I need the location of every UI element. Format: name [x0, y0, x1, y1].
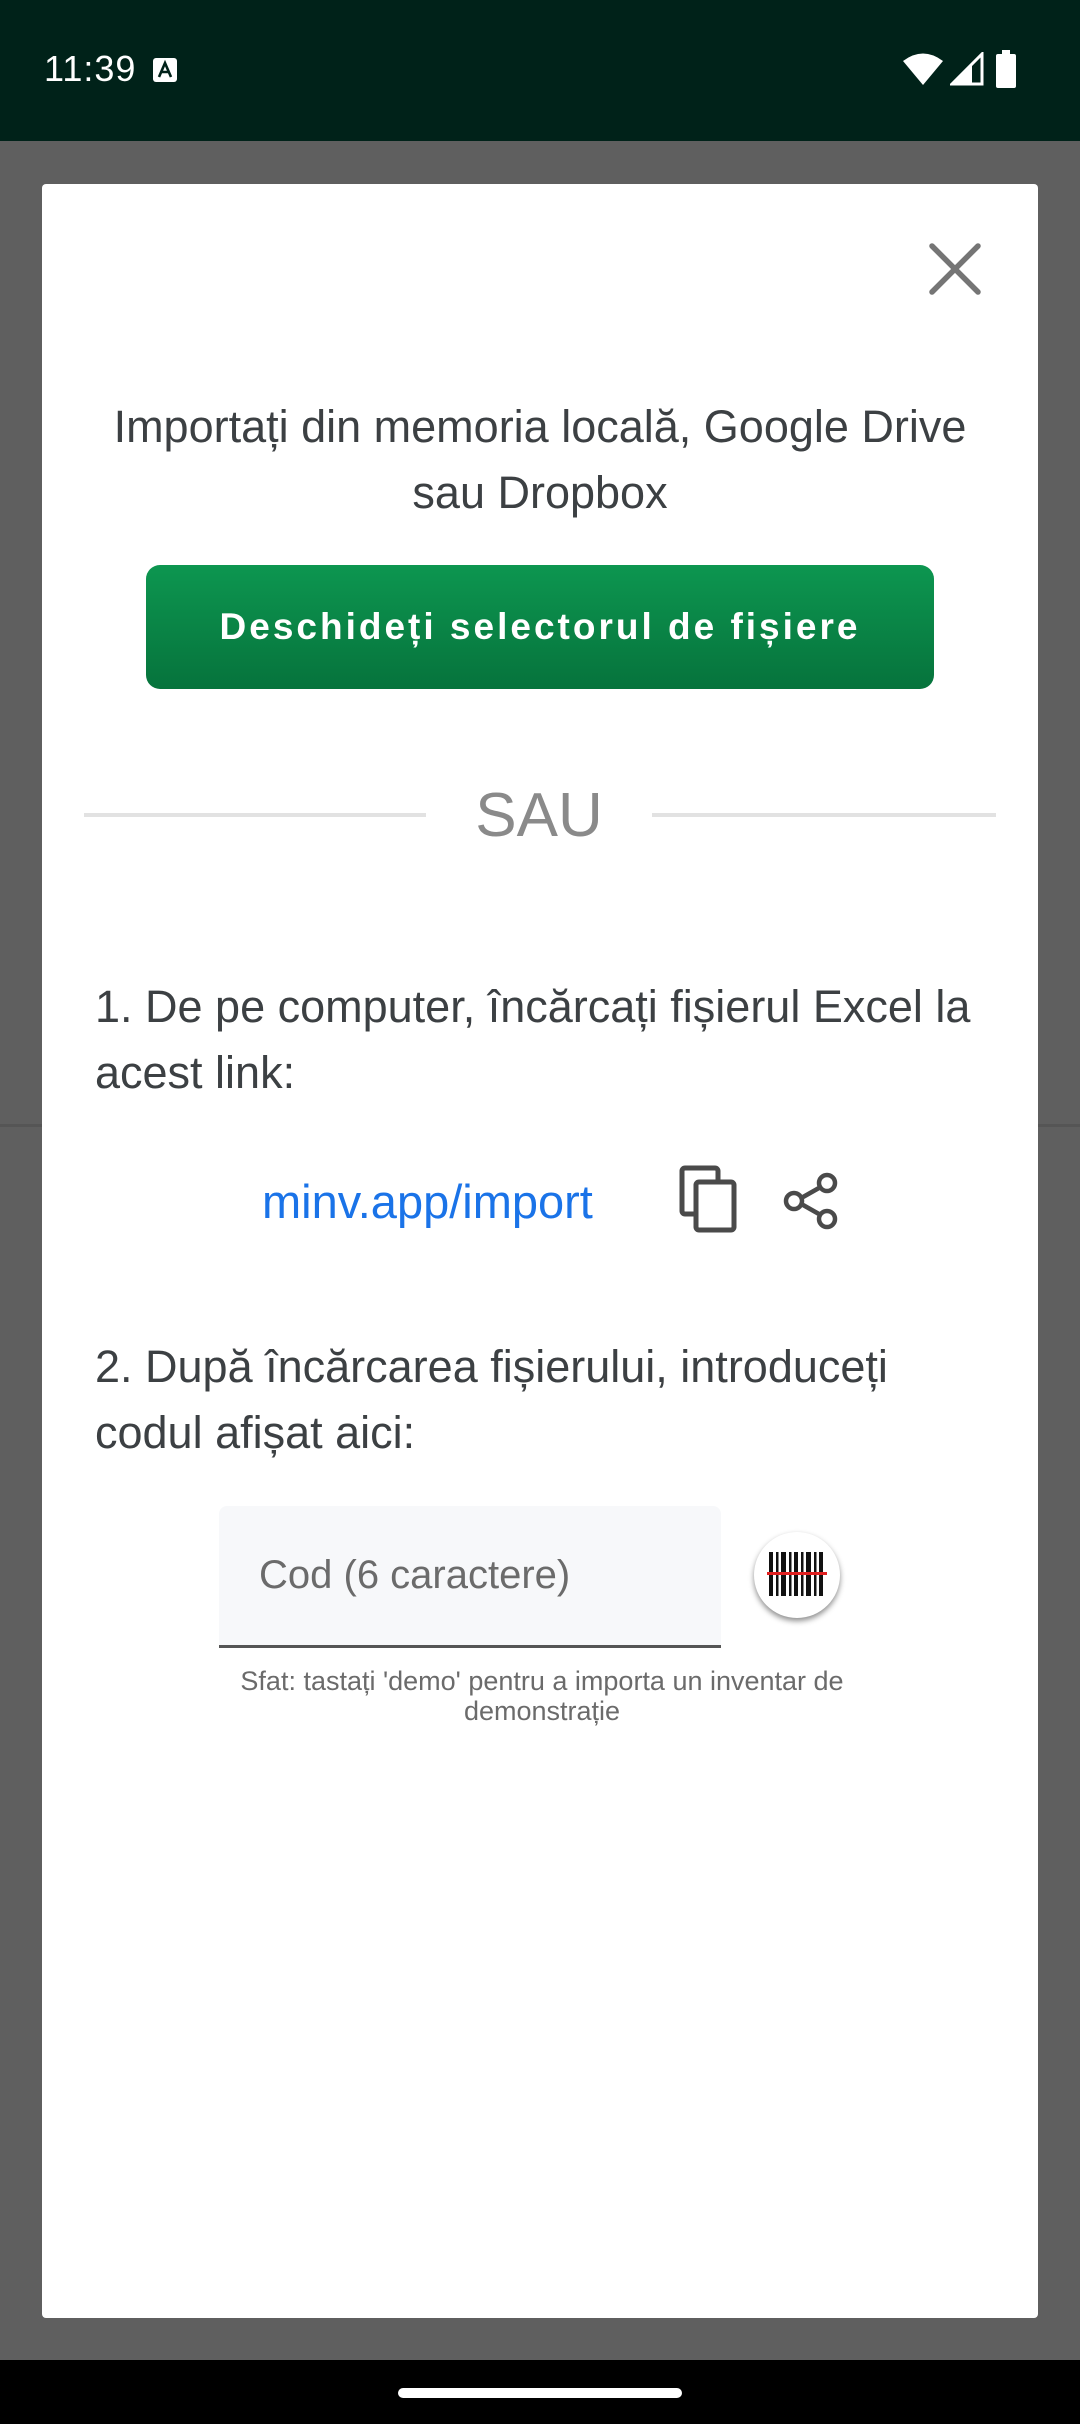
code-input[interactable] [219, 1506, 721, 1648]
import-dialog: Importați din memoria locală, Google Dri… [42, 184, 1038, 2318]
barcode-scan-icon [767, 1552, 827, 1596]
divider-right [652, 813, 996, 817]
barcode-scan-button[interactable] [754, 1532, 840, 1618]
open-file-picker-button[interactable]: Deschideți selectorul de fișiere [146, 565, 934, 689]
divider-left [84, 813, 426, 817]
or-label: SAU [475, 781, 603, 850]
status-bar: 11:39 [0, 0, 1080, 141]
status-time: 11:39 [44, 48, 137, 89]
copy-icon[interactable] [678, 1164, 740, 1234]
share-icon[interactable] [782, 1172, 840, 1230]
dialog-heading: Importați din memoria locală, Google Dri… [113, 401, 967, 518]
close-icon[interactable] [920, 234, 990, 304]
tip-text: Sfat: tastați 'demo' pentru a importa un… [240, 1666, 844, 1726]
import-link[interactable]: minv.app/import [262, 1174, 593, 1229]
step-1-text: 1. De pe computer, încărcați fișierul Ex… [95, 981, 971, 1098]
home-indicator[interactable] [398, 2388, 682, 2398]
wifi-icon [903, 53, 943, 85]
navigation-bar [0, 2360, 1080, 2424]
signal-icon [950, 52, 984, 86]
keyboard-a-icon [153, 58, 177, 82]
battery-icon [996, 50, 1016, 88]
step-2-text: 2. După încărcarea fișierului, introduce… [95, 1341, 888, 1458]
